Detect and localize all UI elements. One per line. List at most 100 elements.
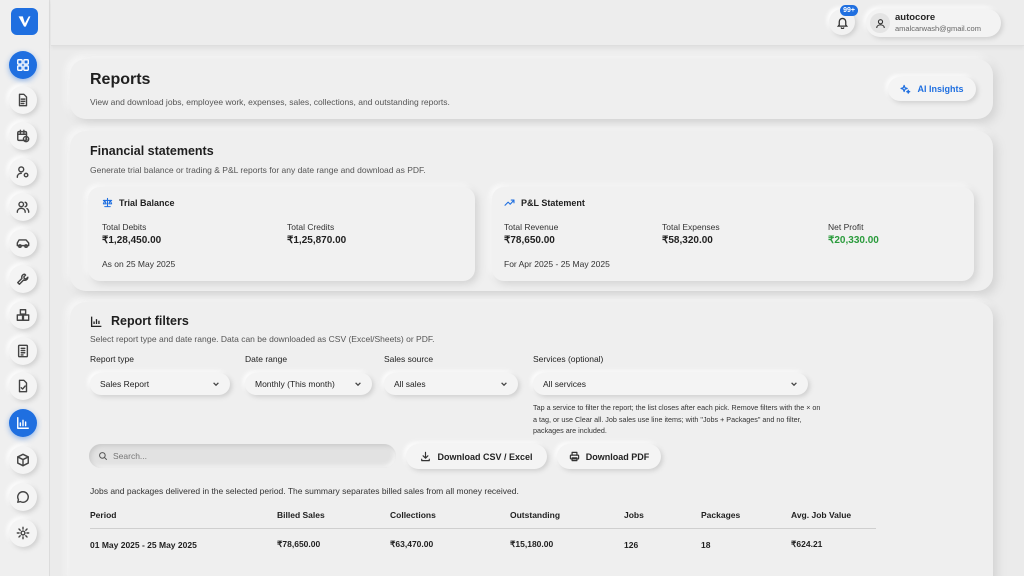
- report-type-select[interactable]: Sales Report: [90, 373, 230, 395]
- services-label: Services (optional): [533, 354, 604, 364]
- trial-balance-title-text: Trial Balance: [119, 197, 175, 208]
- table-cell: ₹624.21: [791, 539, 823, 549]
- net-profit-label: Net Profit: [828, 222, 864, 232]
- sidebar-item-vehicles[interactable]: [9, 229, 37, 257]
- report-description: Jobs and packages delivered in the selec…: [90, 486, 519, 496]
- total-expenses-label: Total Expenses: [662, 222, 720, 232]
- trial-balance-date: As on 25 May 2025: [102, 259, 176, 269]
- report-table: Period Billed Sales Collections Outstand…: [90, 506, 876, 550]
- user-name: autocore: [895, 12, 936, 23]
- sales-source-select[interactable]: All sales: [384, 373, 518, 395]
- wrench-icon: [17, 273, 29, 285]
- report-type-value: Sales Report: [100, 379, 150, 389]
- filters-subtitle: Select report type and date range. Data …: [90, 334, 435, 344]
- package-icon: [17, 453, 29, 467]
- download-csv-label: Download CSV / Excel: [437, 451, 533, 462]
- column-header: Avg. Job Value: [791, 506, 876, 529]
- download-pdf-label: Download PDF: [585, 451, 650, 462]
- trend-up-icon: [504, 199, 515, 206]
- user-menu[interactable]: autocore amalcarwash@gmail.com: [866, 9, 1001, 37]
- calendar-clock-icon: [17, 129, 30, 143]
- table-cell: 18: [701, 539, 711, 550]
- ai-insights-button[interactable]: AI Insights: [888, 77, 976, 101]
- services-help-text: Tap a service to filter the report; the …: [533, 403, 821, 435]
- services-select[interactable]: All services: [533, 373, 808, 395]
- date-range-value: Monthly (This month): [255, 379, 335, 389]
- table-cell: 126: [624, 539, 639, 550]
- notification-badge: 99+: [840, 5, 858, 16]
- file-check-icon: [18, 379, 28, 393]
- pl-title-text: P&L Statement: [521, 197, 585, 208]
- search-input[interactable]: [113, 448, 383, 464]
- services-value: All services: [543, 379, 586, 389]
- sidebar-item-documents[interactable]: [9, 86, 37, 114]
- column-header: Jobs: [624, 506, 701, 529]
- table-cell: ₹15,180.00: [510, 539, 554, 549]
- table-cell: ₹63,470.00: [390, 539, 434, 549]
- invoice-icon: [17, 344, 29, 358]
- trial-balance-title: Trial Balance: [102, 197, 175, 208]
- table-cell: 01 May 2025 - 25 May 2025: [90, 539, 197, 550]
- total-revenue-value: ₹78,650.00: [504, 235, 555, 246]
- avatar: [870, 13, 890, 33]
- column-header: Billed Sales: [277, 506, 390, 529]
- page-title: Reports: [90, 71, 151, 88]
- sidebar-item-dashboard[interactable]: [9, 51, 37, 79]
- sidebar-item-reports[interactable]: [9, 409, 37, 437]
- date-range-select[interactable]: Monthly (This month): [245, 373, 372, 395]
- financial-subtitle: Generate trial balance or trading & P&L …: [90, 165, 426, 175]
- sidebar-item-user-settings[interactable]: [9, 158, 37, 186]
- sidebar: [0, 0, 50, 576]
- download-icon: [421, 451, 431, 462]
- download-csv-button[interactable]: Download CSV / Excel: [406, 444, 547, 469]
- pl-period: For Apr 2025 - 25 May 2025: [504, 259, 610, 269]
- trial-balance-panel[interactable]: Trial Balance Total Debits ₹1,28,450.00 …: [88, 187, 475, 281]
- sidebar-item-invoices[interactable]: [9, 337, 37, 365]
- settings-icon: [16, 526, 30, 540]
- app-logo[interactable]: [11, 8, 38, 35]
- document-icon: [18, 93, 28, 107]
- sidebar-item-inventory[interactable]: [9, 301, 37, 329]
- car-icon: [16, 239, 30, 248]
- chevron-down-icon: [790, 380, 798, 388]
- download-pdf-button[interactable]: Download PDF: [557, 444, 661, 469]
- table-row[interactable]: 01 May 2025 - 25 May 2025 ₹78,650.00 ₹63…: [90, 529, 876, 551]
- sales-source-value: All sales: [394, 379, 426, 389]
- total-debits-label: Total Debits: [102, 222, 147, 232]
- pl-title: P&L Statement: [504, 197, 585, 208]
- sidebar-item-packages[interactable]: [9, 446, 37, 474]
- pl-statement-panel[interactable]: P&L Statement Total Revenue ₹78,650.00 T…: [492, 187, 974, 281]
- chevron-down-icon: [500, 380, 508, 388]
- sidebar-item-approvals[interactable]: [9, 372, 37, 400]
- page-subtitle: View and download jobs, employee work, e…: [90, 97, 450, 107]
- sidebar-item-schedule[interactable]: [9, 122, 37, 150]
- sidebar-item-customers[interactable]: [9, 193, 37, 221]
- logo-icon: [18, 16, 31, 27]
- search-icon: [99, 452, 108, 461]
- user-icon: [875, 18, 885, 28]
- total-debits-value: ₹1,28,450.00: [102, 235, 162, 246]
- sparkles-icon: [900, 84, 911, 94]
- chevron-down-icon: [354, 380, 362, 388]
- sidebar-item-settings[interactable]: [9, 519, 37, 547]
- user-settings-icon: [16, 166, 29, 178]
- column-header: Period: [90, 506, 277, 529]
- scale-icon: [102, 197, 113, 208]
- user-email: amalcarwash@gmail.com: [895, 24, 981, 33]
- total-credits-value: ₹1,25,870.00: [287, 235, 347, 246]
- filters-title-text: Report filters: [111, 314, 189, 328]
- date-range-label: Date range: [245, 354, 288, 364]
- table-header-row: Period Billed Sales Collections Outstand…: [90, 506, 876, 529]
- bell-icon: [836, 17, 848, 29]
- ai-insights-label: AI Insights: [917, 84, 964, 94]
- sidebar-item-services[interactable]: [9, 265, 37, 293]
- printer-icon: [569, 451, 579, 462]
- chat-icon: [17, 491, 29, 503]
- column-header: Outstanding: [510, 506, 624, 529]
- net-profit-value: ₹20,330.00: [828, 235, 879, 246]
- sidebar-item-messages[interactable]: [9, 483, 37, 511]
- column-header: Packages: [701, 506, 791, 529]
- search-box[interactable]: [89, 444, 396, 468]
- users-icon: [16, 201, 30, 213]
- sales-source-label: Sales source: [384, 354, 434, 364]
